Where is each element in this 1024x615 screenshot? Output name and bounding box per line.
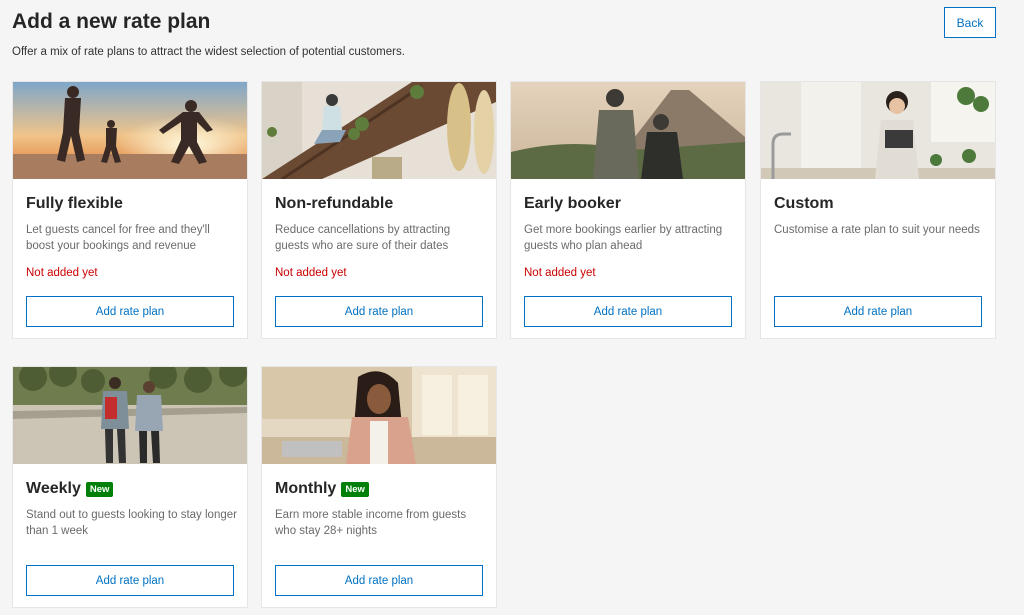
card-status: Not added yet (524, 267, 596, 279)
card-title: Custom (774, 195, 834, 212)
card-title: Fully flexible (26, 195, 123, 212)
rate-plan-card-monthly: Monthly New Earn more stable income from… (261, 366, 497, 608)
rate-plan-card-fully-flexible: Fully flexible Let guests cancel for fre… (12, 81, 248, 339)
card-description: Earn more stable income from guests who … (275, 509, 467, 537)
new-badge: New (85, 481, 114, 497)
add-rate-plan-button[interactable]: Add rate plan (524, 296, 732, 327)
card-status: Not added yet (275, 267, 347, 279)
add-rate-plan-button[interactable]: Add rate plan (275, 296, 483, 327)
rate-plan-card-early-booker: Early booker Get more bookings earlier b… (510, 81, 746, 339)
page-title: Add a new rate plan (12, 10, 211, 33)
rate-plan-card-weekly: Weekly New Stand out to guests looking t… (12, 366, 248, 608)
card-description: Get more bookings earlier by attracting … (524, 224, 723, 252)
card-description: Customise a rate plan to suit your needs (774, 224, 980, 236)
rate-plan-card-custom: Custom Customise a rate plan to suit you… (760, 81, 996, 339)
card-description: Reduce cancellations by attracting guest… (275, 224, 451, 252)
woman-working-laptop-home-photo (262, 367, 496, 464)
new-badge: New (341, 481, 369, 497)
card-description: Stand out to guests looking to stay long… (26, 509, 237, 537)
friends-running-beach-sunset-photo (13, 82, 247, 179)
add-rate-plan-button[interactable]: Add rate plan (26, 296, 234, 327)
back-button[interactable]: Back (944, 7, 996, 38)
card-title: Weekly (26, 480, 81, 497)
couple-walking-park-photo (13, 367, 247, 464)
add-rate-plan-button[interactable]: Add rate plan (774, 296, 982, 327)
card-description: Let guests cancel for free and they'll b… (26, 224, 210, 252)
card-title: Non-refundable (275, 195, 394, 212)
page-subtitle: Offer a mix of rate plans to attract the… (12, 46, 405, 58)
woman-on-staircase-surfboards-photo (262, 82, 496, 179)
rate-plan-card-non-refundable: Non-refundable Reduce cancellations by a… (261, 81, 497, 339)
card-status: Not added yet (26, 267, 98, 279)
woman-with-tablet-kitchen-photo (761, 82, 995, 179)
add-rate-plan-button[interactable]: Add rate plan (26, 565, 234, 596)
card-title: Early booker (524, 195, 621, 212)
couple-hiking-mountain-photo (511, 82, 745, 179)
add-rate-plan-button[interactable]: Add rate plan (275, 565, 483, 596)
card-title: Monthly (275, 480, 337, 497)
